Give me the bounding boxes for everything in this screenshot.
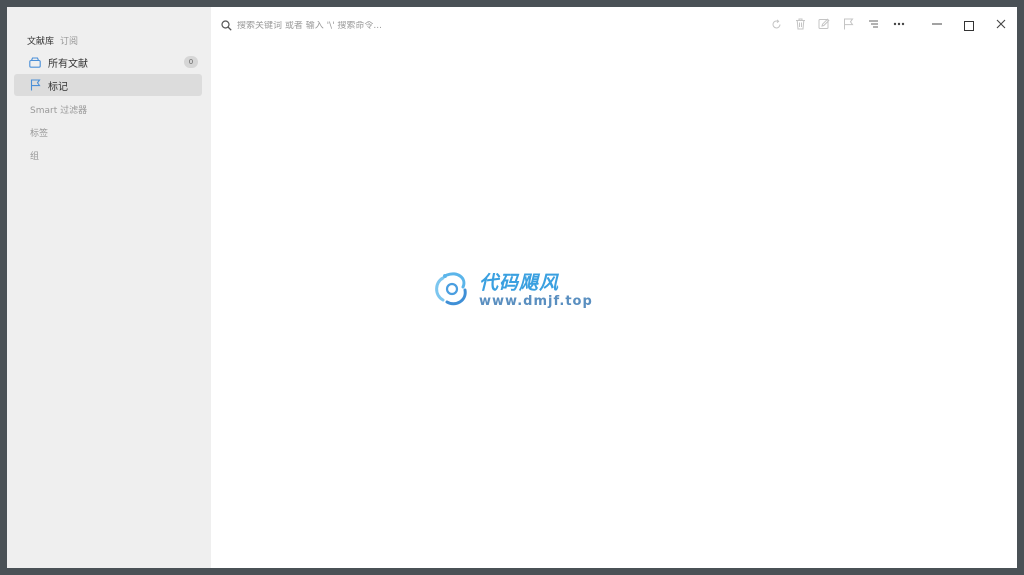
flag-icon <box>28 78 42 92</box>
search-icon <box>221 16 232 35</box>
toolbar <box>211 7 1017 43</box>
library-header: 文献库 订阅 <box>27 34 78 47</box>
minimize-icon[interactable] <box>929 16 945 32</box>
library-tab[interactable]: 文献库 <box>27 34 54 47</box>
sidebar-item-all-papers[interactable]: 所有文献 0 <box>14 51 202 73</box>
edit-icon[interactable] <box>816 16 832 32</box>
flag-icon[interactable] <box>840 16 856 32</box>
hurricane-logo-icon <box>431 269 475 313</box>
count-badge: 0 <box>184 56 198 68</box>
trash-icon[interactable] <box>792 16 808 32</box>
search-bar <box>221 16 497 35</box>
watermark-title: 代码飓风 <box>479 272 560 294</box>
search-input[interactable] <box>237 20 497 31</box>
sidebar-item-flagged[interactable]: 标记 <box>14 74 202 96</box>
section-groups[interactable]: 组 <box>30 149 39 162</box>
refresh-icon[interactable] <box>768 16 784 32</box>
tray-icon <box>28 55 42 69</box>
sort-icon[interactable] <box>865 16 881 32</box>
section-tags[interactable]: 标签 <box>30 126 48 139</box>
subscribe-tab[interactable]: 订阅 <box>60 34 78 47</box>
sidebar-item-label: 所有文献 <box>48 58 88 70</box>
watermark: 代码飓风 www.dmjf.top <box>431 269 593 313</box>
sidebar: 文献库 订阅 所有文献 0 标记 Smart 过滤器 标签 组 <box>7 7 211 568</box>
app-window: 文献库 订阅 所有文献 0 标记 Smart 过滤器 标签 组 搜索关键词 或者… <box>7 7 1017 568</box>
maximize-icon[interactable] <box>961 18 977 34</box>
more-icon[interactable] <box>891 16 907 32</box>
sidebar-item-label: 标记 <box>48 81 68 93</box>
watermark-url: www.dmjf.top <box>479 294 593 309</box>
close-icon[interactable] <box>993 16 1009 32</box>
section-smart-filters[interactable]: Smart 过滤器 <box>30 103 87 116</box>
